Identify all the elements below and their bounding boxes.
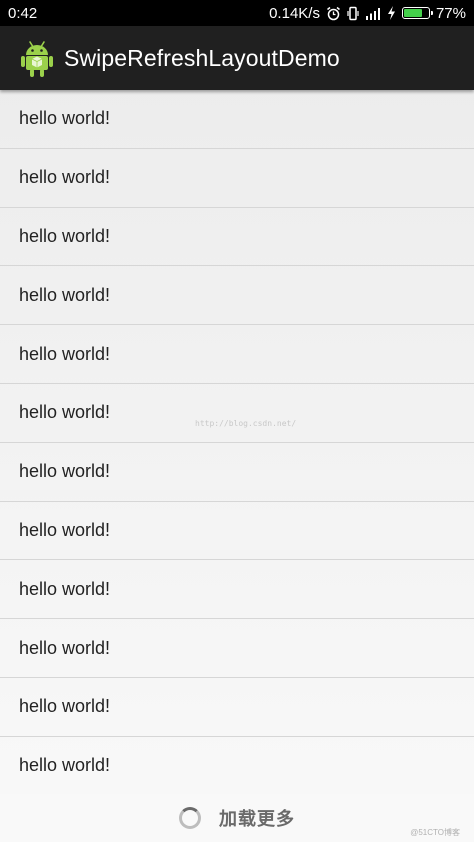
- list-item[interactable]: hello world!: [0, 266, 474, 326]
- list-item-label: hello world!: [19, 284, 111, 305]
- list-item[interactable]: hello world!: [0, 678, 474, 737]
- app-title: SwipeRefreshLayoutDemo: [64, 44, 340, 71]
- list-item[interactable]: hello world!: [0, 560, 474, 620]
- list-item-label: hello world!: [19, 578, 111, 599]
- list-item-label: hello world!: [19, 167, 111, 188]
- list-item[interactable]: hello world!: [0, 149, 474, 208]
- battery-icon: [401, 7, 433, 19]
- list-item-label: hello world!: [19, 225, 111, 246]
- list-item-label: hello world!: [19, 637, 111, 658]
- signal-icon: [365, 7, 380, 20]
- status-bar: 0:42 0.14K/s 77%: [0, 0, 474, 26]
- list-item[interactable]: hello world!: [0, 384, 474, 443]
- vibrate-icon: [347, 6, 359, 20]
- list-item[interactable]: hello world!: [0, 737, 474, 796]
- list-item[interactable]: hello world!: [0, 502, 474, 561]
- network-speed: 0.14K/s: [269, 4, 320, 22]
- list-item[interactable]: hello world!: [0, 619, 474, 678]
- list-item-label: hello world!: [19, 696, 111, 717]
- hello-list[interactable]: hello world! hello world! hello world! hell…: [0, 90, 474, 796]
- status-icons: 0.14K/s 77%: [269, 5, 466, 22]
- watermark: http://blog.csdn.net/: [195, 419, 297, 428]
- alarm-icon: [327, 6, 340, 20]
- battery-fill: [403, 9, 423, 17]
- list-item-label: hello world!: [19, 461, 111, 482]
- action-bar: SwipeRefreshLayoutDemo: [0, 26, 474, 90]
- charging-icon: [387, 6, 395, 20]
- list-item-label: hello world!: [19, 402, 111, 423]
- list-item-label: hello world!: [19, 343, 111, 364]
- list-item-label: hello world!: [19, 755, 111, 776]
- list-item[interactable]: hello world!: [0, 325, 474, 384]
- list-item-label: hello world!: [19, 108, 111, 129]
- load-more-label: 加载更多: [219, 809, 295, 829]
- android-icon: [21, 41, 53, 77]
- list-item[interactable]: hello world!: [0, 443, 474, 502]
- loading-spinner-icon: [179, 807, 201, 829]
- load-more-footer[interactable]: 加载更多: [0, 794, 474, 842]
- list-item[interactable]: hello world!: [0, 208, 474, 267]
- corner-mark: @51CTO博客: [410, 828, 460, 837]
- list-item[interactable]: hello world!: [0, 90, 474, 149]
- battery-percent: 77%: [435, 4, 466, 22]
- list-item-label: hello world!: [19, 519, 111, 540]
- status-time: 0:42: [8, 4, 38, 22]
